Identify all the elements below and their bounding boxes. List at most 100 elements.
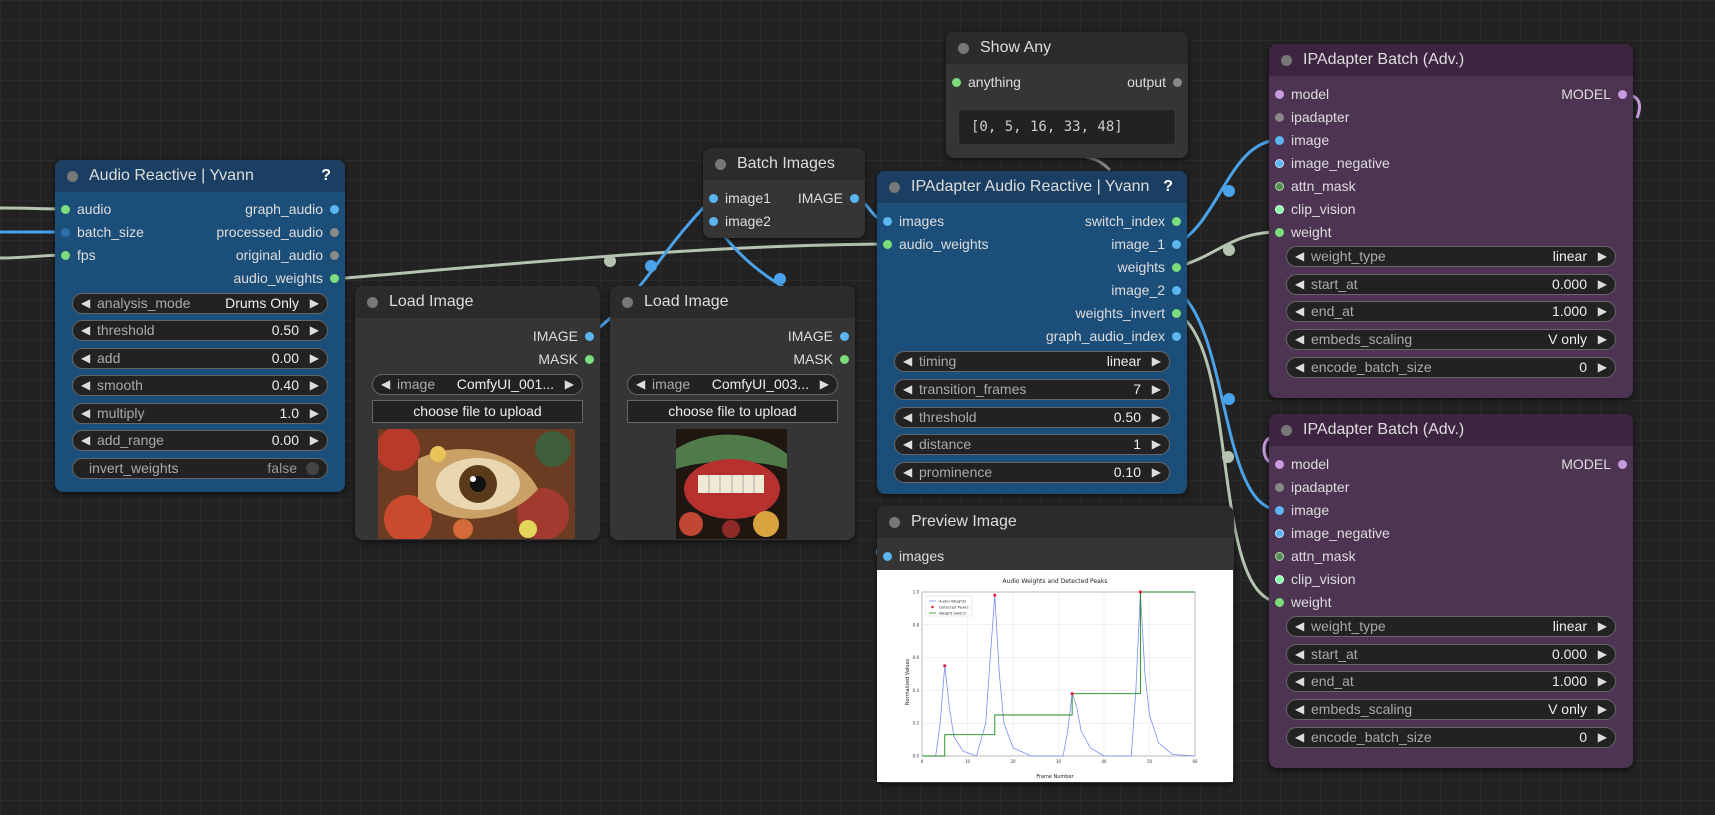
increment-arrow-icon[interactable]: ▶ — [820, 375, 829, 394]
output-graph-audio[interactable]: graph_audio — [245, 199, 345, 219]
pin-icon[interactable] — [1275, 113, 1284, 122]
widget-start-at[interactable]: ◀ start_at 0.000 ▶ — [1286, 274, 1616, 295]
output-graph-audio-index[interactable]: graph_audio_index — [1046, 326, 1187, 346]
output-weights-invert[interactable]: weights_invert — [1076, 303, 1188, 323]
pin-icon[interactable] — [883, 240, 892, 249]
output-image-2[interactable]: image_2 — [1111, 280, 1187, 300]
pin-icon[interactable] — [1275, 598, 1284, 607]
decrement-arrow-icon[interactable]: ◀ — [381, 375, 390, 394]
widget-end-at[interactable]: ◀ end_at 1.000 ▶ — [1286, 671, 1616, 692]
decrement-arrow-icon[interactable]: ◀ — [81, 431, 90, 450]
widget-threshold[interactable]: ◀ threshold 0.50 ▶ — [894, 407, 1170, 428]
node-title-bar[interactable]: Batch Images — [703, 148, 865, 180]
input-audio[interactable]: audio — [55, 199, 111, 219]
decrement-arrow-icon[interactable]: ◀ — [81, 376, 90, 395]
input-ipadapter[interactable]: ipadapter — [1269, 477, 1349, 497]
increment-arrow-icon[interactable]: ▶ — [1598, 330, 1607, 349]
increment-arrow-icon[interactable]: ▶ — [1598, 617, 1607, 636]
load-image-node-2[interactable]: Load Image IMAGE MASK ◀ image ComfyUI_003.… — [610, 286, 855, 540]
input-images[interactable]: images — [877, 546, 944, 566]
pin-icon[interactable] — [61, 251, 70, 260]
decrement-arrow-icon[interactable]: ◀ — [1295, 302, 1304, 321]
pin-icon[interactable] — [1618, 460, 1627, 469]
widget-multiply[interactable]: ◀ multiply 1.0 ▶ — [72, 403, 328, 424]
input-weight[interactable]: weight — [1269, 222, 1331, 242]
widget-transition-frames[interactable]: ◀ transition_frames 7 ▶ — [894, 379, 1170, 400]
widget-start-at[interactable]: ◀ start_at 0.000 ▶ — [1286, 644, 1616, 665]
pin-icon[interactable] — [330, 274, 339, 283]
increment-arrow-icon[interactable]: ▶ — [1598, 247, 1607, 266]
input-images[interactable]: images — [877, 211, 944, 231]
output-audio-weights[interactable]: audio_weights — [233, 268, 345, 288]
increment-arrow-icon[interactable]: ▶ — [1598, 358, 1607, 377]
output-mask[interactable]: MASK — [793, 349, 855, 369]
output-image-1[interactable]: image_1 — [1111, 234, 1187, 254]
increment-arrow-icon[interactable]: ▶ — [310, 349, 319, 368]
input-batch-size[interactable]: batch_size — [55, 222, 144, 242]
increment-arrow-icon[interactable]: ▶ — [565, 375, 574, 394]
widget-weight-type[interactable]: ◀ weight_type linear ▶ — [1286, 246, 1616, 267]
preview-image-node[interactable]: Preview Image images Audio Weights and D… — [877, 506, 1234, 783]
ipadapter-batch-node-1[interactable]: IPAdapter Batch (Adv.) model ipadapter i… — [1269, 44, 1633, 398]
decrement-arrow-icon[interactable]: ◀ — [903, 352, 912, 371]
batch-images-node[interactable]: Batch Images image1 image2 IMAGE — [703, 148, 865, 238]
collapse-dot-icon[interactable] — [67, 171, 78, 182]
pin-icon[interactable] — [883, 217, 892, 226]
decrement-arrow-icon[interactable]: ◀ — [636, 375, 645, 394]
increment-arrow-icon[interactable]: ▶ — [1152, 435, 1161, 454]
node-title-bar[interactable]: IPAdapter Batch (Adv.) — [1269, 414, 1633, 446]
output-image[interactable]: IMAGE — [788, 326, 855, 346]
pin-icon[interactable] — [1275, 228, 1284, 237]
audio-reactive-node[interactable]: Audio Reactive | Yvann ? audio batch_siz… — [55, 160, 345, 492]
pin-icon[interactable] — [1275, 575, 1284, 584]
pin-icon[interactable] — [952, 78, 961, 87]
widget-analysis-mode[interactable]: ◀ analysis_mode Drums Only ▶ — [72, 293, 328, 314]
widget-image-select[interactable]: ◀ image ComfyUI_003... ▶ — [627, 374, 838, 395]
widget-threshold[interactable]: ◀ threshold 0.50 ▶ — [72, 320, 328, 341]
output-switch-index[interactable]: switch_index — [1085, 211, 1187, 231]
pin-icon[interactable] — [585, 355, 594, 364]
input-image-negative[interactable]: image_negative — [1269, 153, 1390, 173]
ipadapter-audio-reactive-node[interactable]: IPAdapter Audio Reactive | Yvann ? image… — [877, 171, 1187, 494]
node-title-bar[interactable]: IPAdapter Batch (Adv.) — [1269, 44, 1633, 76]
input-clip-vision[interactable]: clip_vision — [1269, 569, 1356, 589]
pin-icon[interactable] — [1275, 159, 1284, 168]
output-processed-audio[interactable]: processed_audio — [216, 222, 345, 242]
input-weight[interactable]: weight — [1269, 592, 1331, 612]
pin-icon[interactable] — [1275, 529, 1284, 538]
widget-embeds-scaling[interactable]: ◀ embeds_scaling V only ▶ — [1286, 699, 1616, 720]
node-title-bar[interactable]: Load Image — [610, 286, 855, 318]
decrement-arrow-icon[interactable]: ◀ — [81, 294, 90, 313]
increment-arrow-icon[interactable]: ▶ — [1152, 380, 1161, 399]
pin-icon[interactable] — [840, 355, 849, 364]
widget-encode-batch-size[interactable]: ◀ encode_batch_size 0 ▶ — [1286, 357, 1616, 378]
decrement-arrow-icon[interactable]: ◀ — [81, 321, 90, 340]
widget-image-select[interactable]: ◀ image ComfyUI_001... ▶ — [372, 374, 583, 395]
pin-icon[interactable] — [709, 194, 718, 203]
decrement-arrow-icon[interactable]: ◀ — [1295, 617, 1304, 636]
output-original-audio[interactable]: original_audio — [236, 245, 345, 265]
input-clip-vision[interactable]: clip_vision — [1269, 199, 1356, 219]
output-model[interactable]: MODEL — [1561, 454, 1633, 474]
pin-icon[interactable] — [330, 251, 339, 260]
pin-icon[interactable] — [1172, 217, 1181, 226]
input-anything[interactable]: anything — [946, 72, 1021, 92]
node-title-bar[interactable]: Show Any — [946, 32, 1188, 64]
increment-arrow-icon[interactable]: ▶ — [1598, 672, 1607, 691]
increment-arrow-icon[interactable]: ▶ — [1152, 408, 1161, 427]
increment-arrow-icon[interactable]: ▶ — [310, 376, 319, 395]
output-mask[interactable]: MASK — [538, 349, 600, 369]
pin-icon[interactable] — [1172, 332, 1181, 341]
show-any-node[interactable]: Show Any anything output [0, 5, 16, 33, … — [946, 32, 1188, 158]
node-title-bar[interactable]: Load Image — [355, 286, 600, 318]
pin-icon[interactable] — [1173, 78, 1182, 87]
increment-arrow-icon[interactable]: ▶ — [310, 431, 319, 450]
pin-icon[interactable] — [709, 217, 718, 226]
pin-icon[interactable] — [1275, 182, 1284, 191]
pin-icon[interactable] — [1275, 205, 1284, 214]
pin-icon[interactable] — [1275, 90, 1284, 99]
input-image1[interactable]: image1 — [703, 188, 771, 208]
pin-icon[interactable] — [1172, 286, 1181, 295]
toggle-invert-weights[interactable]: invert_weights false — [72, 458, 328, 479]
decrement-arrow-icon[interactable]: ◀ — [1295, 645, 1304, 664]
